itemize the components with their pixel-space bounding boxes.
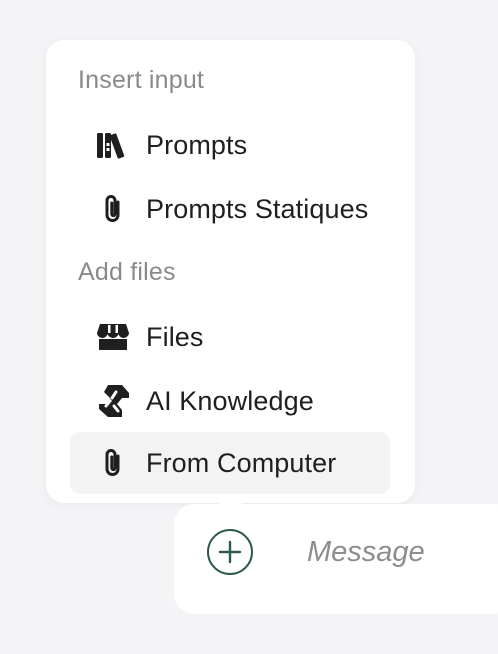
menu-item-label: Prompts (146, 129, 248, 160)
menu-item-from-computer[interactable]: From Computer (70, 432, 390, 494)
message-input[interactable] (307, 530, 497, 574)
library-books-icon (96, 128, 130, 162)
insert-menu: Insert input Prompts Prompts Statiques A… (46, 40, 415, 521)
section-label-insert-input: Insert input (78, 66, 205, 94)
section-label-add-files: Add files (78, 258, 176, 286)
menu-item-ai-knowledge[interactable]: AI Knowledge (70, 370, 390, 432)
menu-item-prompts[interactable]: Prompts (70, 114, 390, 176)
menu-item-label: AI Knowledge (146, 385, 314, 416)
menu-item-label: From Computer (146, 447, 337, 478)
paperclip-icon (96, 192, 130, 226)
storefront-icon (96, 320, 130, 354)
menu-item-label: Prompts Statiques (146, 193, 369, 224)
menu-item-files[interactable]: Files (70, 306, 390, 368)
message-composer (174, 504, 498, 614)
puzzle-knowledge-icon (96, 384, 130, 418)
menu-item-label: Files (146, 321, 204, 352)
menu-item-prompts-statiques[interactable]: Prompts Statiques (70, 178, 390, 240)
plus-icon (218, 540, 242, 564)
paperclip-icon (96, 446, 130, 480)
add-attachment-button[interactable] (207, 529, 253, 575)
